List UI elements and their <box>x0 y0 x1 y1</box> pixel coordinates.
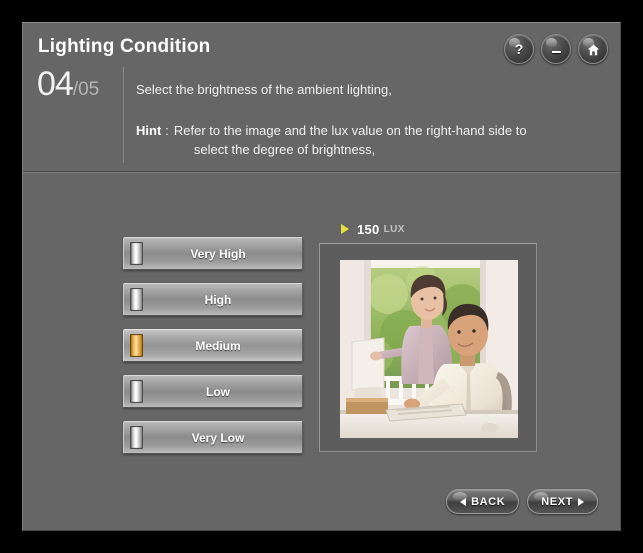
preview-photo <box>340 260 518 438</box>
step-current: 04 <box>37 65 74 103</box>
body-area: Very High High Medium Low Very Low 150 L… <box>23 173 620 530</box>
back-button-label: BACK <box>471 495 506 508</box>
home-button[interactable] <box>578 34 608 64</box>
hint-colon: : <box>165 123 169 138</box>
arrow-left-icon <box>460 497 467 506</box>
brightness-option-list: Very High High Medium Low Very Low <box>123 237 303 467</box>
step-total: 05 <box>78 79 100 100</box>
step-counter: 04/05 <box>37 65 99 104</box>
hint-line-1: Refer to the image and the lux value on … <box>173 123 527 138</box>
option-label: Medium <box>195 338 241 353</box>
preview-photo-illustration <box>340 260 518 438</box>
hint-label: Hint <box>136 123 162 138</box>
main-panel: Lighting Condition 04/05 Select the brig… <box>22 22 621 531</box>
option-high[interactable]: High <box>123 283 303 316</box>
option-label: High <box>204 292 232 307</box>
arrow-right-icon <box>578 497 584 506</box>
back-button[interactable]: BACK <box>446 489 520 514</box>
help-button[interactable]: ? <box>504 34 534 64</box>
instruction-text: Select the brightness of the ambient lig… <box>136 82 392 97</box>
option-indicator-icon <box>130 426 143 449</box>
lux-readout: 150 LUX <box>319 221 537 237</box>
hint-text: Refer to the image and the lux value on … <box>174 121 606 159</box>
minus-icon <box>551 50 561 53</box>
instruction-block: Select the brightness of the ambient lig… <box>136 81 606 159</box>
option-medium[interactable]: Medium <box>123 329 303 362</box>
minimize-button[interactable] <box>541 34 571 64</box>
option-indicator-icon <box>130 288 143 311</box>
footer-navigation: BACK NEXT <box>446 489 598 514</box>
option-indicator-icon <box>130 242 143 265</box>
lux-unit: LUX <box>383 223 405 235</box>
option-very-high[interactable]: Very High <box>123 237 303 270</box>
question-mark-icon: ? <box>514 41 524 57</box>
option-indicator-icon <box>130 380 143 403</box>
header: Lighting Condition 04/05 Select the brig… <box>23 23 620 171</box>
header-buttons: ? <box>504 34 608 64</box>
option-label: Low <box>206 384 230 399</box>
preview-image-frame <box>319 243 537 452</box>
option-low[interactable]: Low <box>123 375 303 408</box>
arrow-right-icon <box>341 224 349 234</box>
next-button[interactable]: NEXT <box>527 489 598 514</box>
app-window: Lighting Condition 04/05 Select the brig… <box>0 0 643 553</box>
hint-row: Hint : Refer to the image and the lux va… <box>136 121 606 159</box>
home-icon <box>587 44 599 56</box>
option-label: Very Low <box>191 430 245 445</box>
header-vertical-divider <box>123 67 124 163</box>
option-label: Very High <box>190 246 246 261</box>
hint-line-2: select the degree of brightness, <box>193 142 376 157</box>
preview-column: 150 LUX <box>319 221 537 452</box>
next-button-label: NEXT <box>541 495 573 508</box>
page-title: Lighting Condition <box>38 36 211 57</box>
option-very-low[interactable]: Very Low <box>123 421 303 454</box>
option-indicator-icon-selected <box>130 334 143 357</box>
lux-value: 150 <box>357 221 380 237</box>
